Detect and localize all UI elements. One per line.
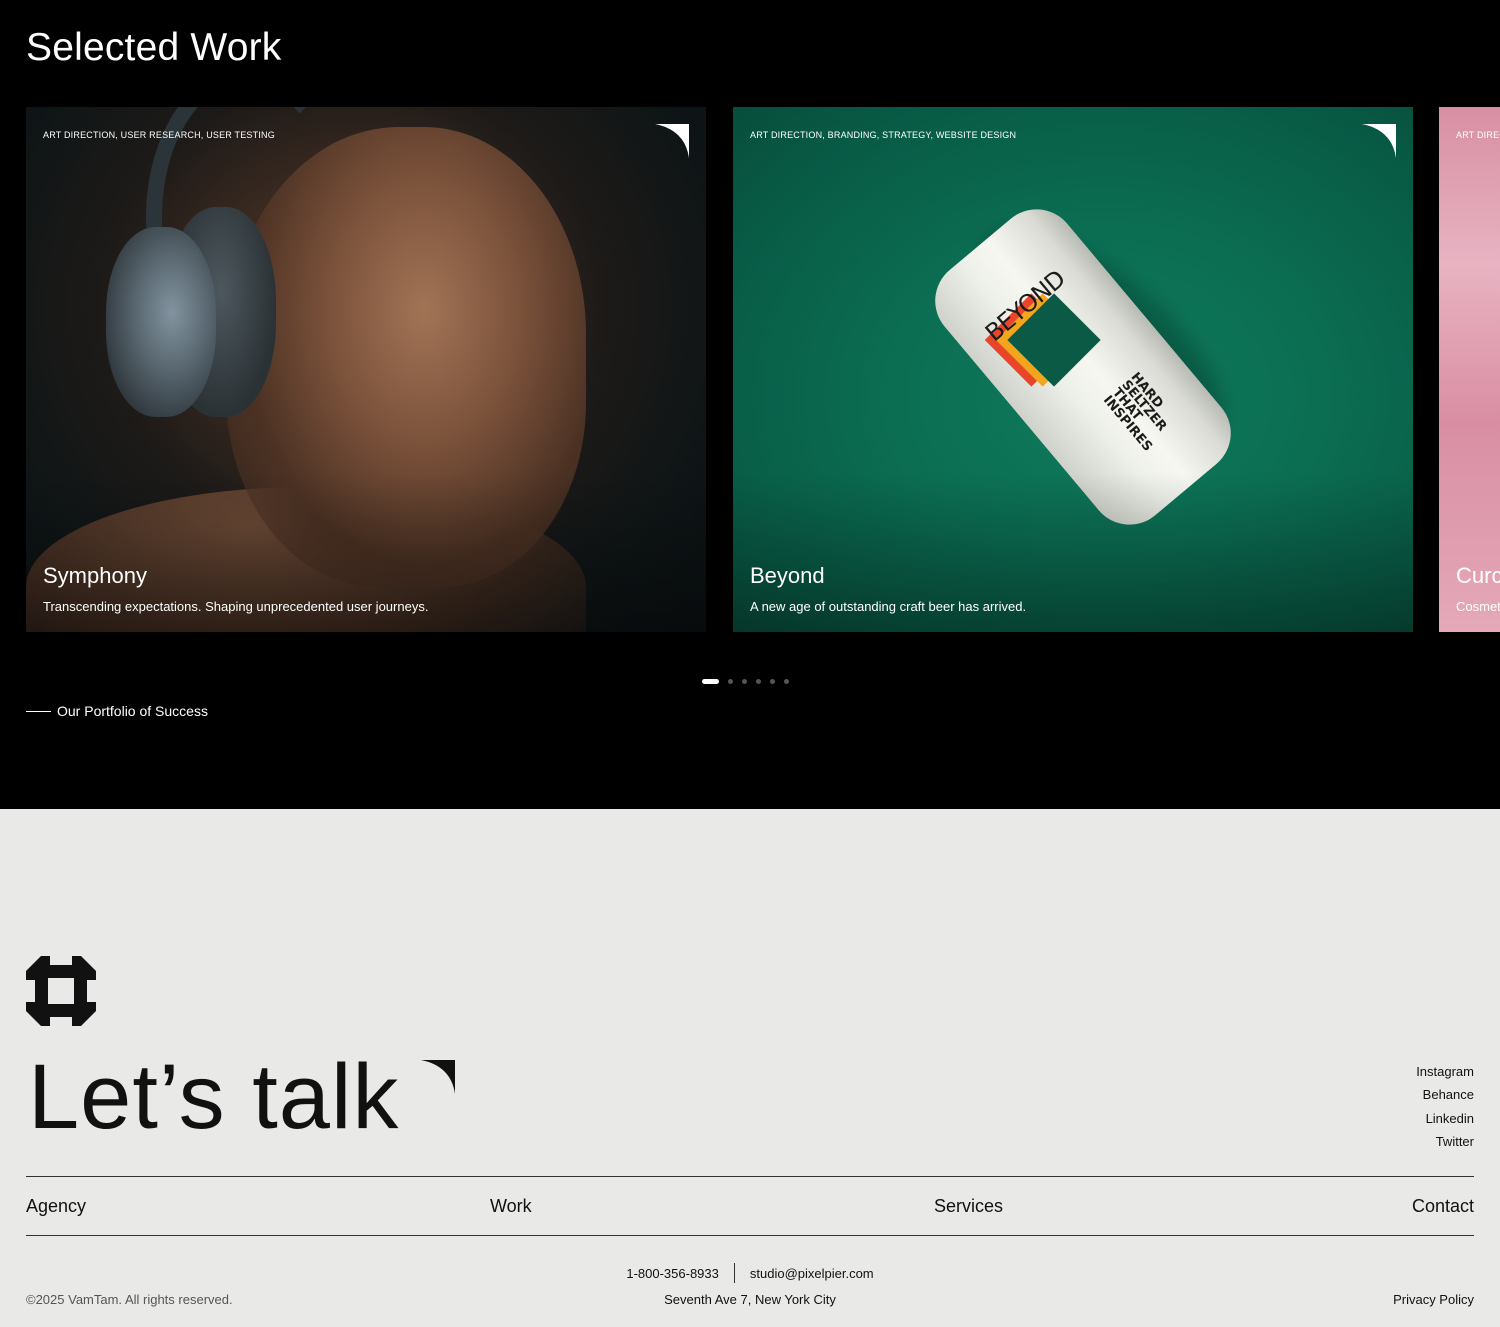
social-link-instagram[interactable]: Instagram — [1416, 1060, 1474, 1083]
pagination-dot-4[interactable] — [756, 679, 761, 684]
project-card-beyond[interactable]: BEYOND HARD SELTZER THAT INSPIRES ART DI… — [733, 107, 1413, 632]
project-tags: ART DIRECTION, BRANDING, STRATEGY, WEBSI… — [750, 130, 1017, 140]
portfolio-label-text: Our Portfolio of Success — [57, 703, 208, 719]
pagination-dot-1[interactable] — [702, 679, 719, 684]
pagination-dot-5[interactable] — [770, 679, 775, 684]
footer-nav-agency[interactable]: Agency — [26, 1196, 86, 1217]
flower-logo-icon[interactable] — [26, 956, 96, 1026]
project-title: Curc — [1456, 563, 1500, 588]
portfolio-label: Our Portfolio of Success — [26, 703, 208, 719]
selected-work-section: Selected Work ART DIRECTION, USER RESEAR… — [0, 0, 1500, 809]
divider — [26, 1235, 1474, 1236]
portfolio-line — [26, 710, 51, 712]
project-description: Transcending expectations. Shaping unpre… — [43, 599, 429, 614]
social-links: Instagram Behance Linkedin Twitter — [1416, 1060, 1474, 1153]
project-card-curc[interactable]: ART DIREC Curc Cosmet — [1439, 107, 1500, 632]
pagination-dot-3[interactable] — [742, 679, 747, 684]
project-card-symphony[interactable]: ART DIRECTION, USER RESEARCH, USER TESTI… — [26, 107, 706, 632]
section-title: Selected Work — [26, 26, 282, 69]
pagination-dot-6[interactable] — [784, 679, 789, 684]
contact-separator — [733, 1263, 735, 1283]
privacy-policy-link[interactable]: Privacy Policy — [1393, 1292, 1474, 1307]
project-tags: ART DIREC — [1456, 130, 1500, 140]
footer-nav-services[interactable]: Services — [934, 1196, 1003, 1217]
project-description: A new age of outstanding craft beer has … — [750, 599, 1027, 614]
lets-talk-headline: Let’s talk — [28, 1046, 400, 1148]
social-link-linkedin[interactable]: Linkedin — [1416, 1107, 1474, 1130]
email-link[interactable]: studio@pixelpier.com — [750, 1266, 874, 1281]
project-tags: ART DIRECTION, USER RESEARCH, USER TESTI… — [43, 130, 275, 140]
arrow-corner-icon — [1362, 124, 1396, 158]
footer-nav-contact[interactable]: Contact — [1412, 1196, 1474, 1217]
arrow-corner-icon[interactable] — [421, 1060, 455, 1094]
divider — [26, 1176, 1474, 1177]
footer-nav-work[interactable]: Work — [490, 1196, 532, 1217]
phone-link[interactable]: 1-800-356-8933 — [626, 1266, 719, 1281]
social-link-twitter[interactable]: Twitter — [1416, 1130, 1474, 1153]
social-link-behance[interactable]: Behance — [1416, 1083, 1474, 1106]
carousel-pagination — [702, 679, 789, 684]
project-description: Cosmet — [1456, 599, 1500, 614]
headphones-cup — [106, 227, 216, 417]
project-title: Beyond — [750, 563, 825, 588]
project-title: Symphony — [43, 563, 147, 588]
arrow-corner-icon — [655, 124, 689, 158]
contact-info: 1-800-356-8933 studio@pixelpier.com — [0, 1263, 1500, 1283]
copyright: ©2025 VamTam. All rights reserved. — [26, 1292, 233, 1307]
pagination-dot-2[interactable] — [728, 679, 733, 684]
